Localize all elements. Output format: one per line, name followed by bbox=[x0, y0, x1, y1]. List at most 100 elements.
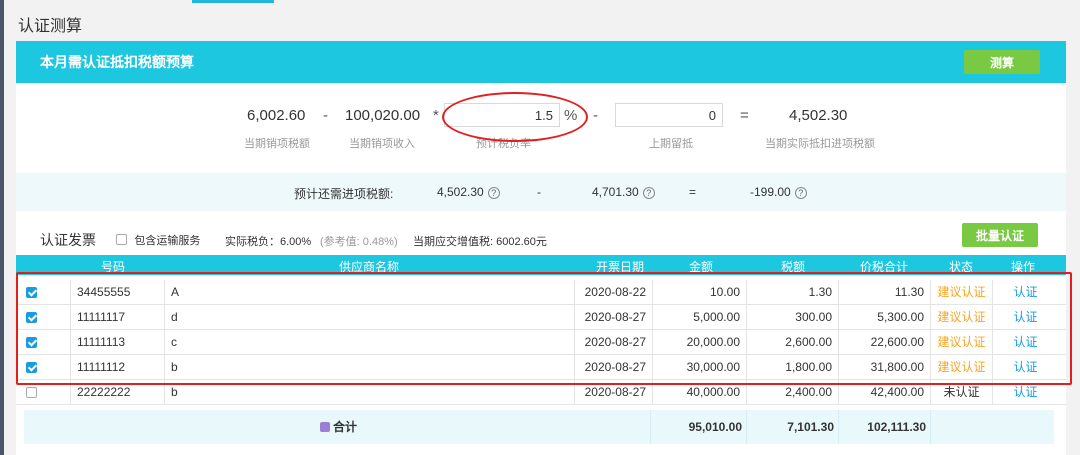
row-checkbox[interactable] bbox=[26, 337, 37, 348]
calculate-button[interactable]: 测算 bbox=[964, 50, 1040, 74]
col-total: 价税合计 bbox=[859, 260, 908, 274]
help-icon[interactable]: ? bbox=[794, 187, 807, 199]
cell-amount: 30,000.00 bbox=[652, 355, 746, 380]
cell-date: 2020-08-27 bbox=[574, 305, 652, 330]
col-amount: 金额 bbox=[688, 260, 713, 274]
payable-vat: 当期应交增值税: 6002.60元 bbox=[413, 236, 547, 248]
cell-status: 建议认证 bbox=[930, 355, 992, 380]
total-tax: 7,101.30 bbox=[746, 410, 838, 444]
cell-total: 22,600.00 bbox=[838, 330, 930, 355]
multiply-operator: * bbox=[433, 107, 439, 124]
certify-link[interactable]: 认证 bbox=[992, 280, 1058, 305]
needed-tax-label: 预计还需进项税额: bbox=[294, 187, 394, 201]
cell-supplier: d bbox=[164, 305, 574, 330]
cell-number: 11111117 bbox=[70, 305, 164, 330]
page-title: 认证测算 bbox=[18, 18, 83, 35]
output-tax-label: 当期销项税额 bbox=[244, 138, 310, 150]
certify-link[interactable]: 认证 bbox=[992, 330, 1058, 355]
cell-tax: 1,800.00 bbox=[746, 355, 838, 380]
col-status: 状态 bbox=[948, 260, 973, 274]
needed-value-2: 4,701.30? bbox=[592, 185, 655, 199]
equals-operator: = bbox=[740, 107, 749, 124]
sales-income-label: 当期销项收入 bbox=[349, 138, 415, 150]
window-left-edge bbox=[0, 0, 4, 455]
help-icon[interactable]: ? bbox=[642, 187, 655, 199]
table-row: 11111112 b 2020-08-27 30,000.00 1,800.00 31,8… bbox=[16, 355, 1066, 380]
cell-number: 11111113 bbox=[70, 330, 164, 355]
retained-label: 上期留抵 bbox=[649, 138, 693, 150]
cell-tax: 2,600.00 bbox=[746, 330, 838, 355]
col-date: 开票日期 bbox=[595, 260, 644, 274]
cell-tax: 300.00 bbox=[746, 305, 838, 330]
cell-tax: 2,400.00 bbox=[746, 380, 838, 405]
minus-operator-2: - bbox=[593, 107, 598, 124]
cell-amount: 10.00 bbox=[652, 280, 746, 305]
needed-value-3: -199.00? bbox=[750, 185, 807, 199]
totals-label: 合计 bbox=[320, 410, 357, 444]
cell-number: 22222222 bbox=[70, 380, 164, 405]
cell-amount: 20,000.00 bbox=[652, 330, 746, 355]
cell-number: 11111112 bbox=[70, 355, 164, 380]
cell-number: 34455555 bbox=[70, 280, 164, 305]
sum-icon bbox=[320, 422, 330, 432]
row-checkbox[interactable] bbox=[26, 312, 37, 323]
totals-row: 合计 95,010.00 7,101.30 102,111.30 bbox=[24, 410, 1054, 444]
table-row: 11111113 c 2020-08-27 20,000.00 2,600.00 22,6… bbox=[16, 330, 1066, 355]
percent-unit: % bbox=[564, 107, 578, 124]
table-row: 11111117 d 2020-08-27 5,000.00 300.00 5,300.0… bbox=[16, 305, 1066, 330]
col-tax: 税额 bbox=[780, 260, 805, 274]
cell-status: 未认证 bbox=[930, 380, 992, 405]
output-tax-value: 6,002.60 bbox=[247, 107, 306, 124]
help-icon[interactable]: ? bbox=[487, 187, 500, 199]
row-checkbox[interactable] bbox=[26, 362, 37, 373]
cell-date: 2020-08-27 bbox=[574, 330, 652, 355]
reference-value: (参考值: 0.48%) bbox=[320, 236, 398, 248]
cell-total: 5,300.00 bbox=[838, 305, 930, 330]
table-header: 号码 供应商名称 开票日期 金额 税额 价税合计 状态 操作 bbox=[16, 255, 1066, 275]
cell-status: 建议认证 bbox=[930, 305, 992, 330]
needed-minus: - bbox=[537, 185, 541, 199]
cell-date: 2020-08-27 bbox=[574, 355, 652, 380]
cell-total: 11.30 bbox=[838, 280, 930, 305]
cell-tax: 1.30 bbox=[746, 280, 838, 305]
result-label: 当期实际抵扣进项税额 bbox=[765, 138, 875, 150]
certify-link[interactable]: 认证 bbox=[992, 305, 1058, 330]
col-action: 操作 bbox=[1010, 260, 1035, 274]
tax-burden-input[interactable] bbox=[444, 103, 560, 127]
result-value: 4,502.30 bbox=[789, 107, 848, 124]
invoice-toolbar: 认证发票 包含运输服务 实际税负：6.00% (参考值: 0.48%) 当期应交… bbox=[16, 221, 1066, 255]
calc-panel: 本月需认证抵扣税额预算 测算 6,002.60 当期销项税额 - 100,020… bbox=[16, 41, 1066, 455]
batch-certify-button[interactable]: 批量认证 bbox=[962, 223, 1038, 247]
row-checkbox[interactable] bbox=[26, 387, 37, 398]
include-transport-label: 包含运输服务 bbox=[134, 235, 201, 247]
panel-header: 本月需认证抵扣税额预算 测算 bbox=[16, 41, 1066, 83]
total-empty bbox=[930, 410, 1054, 444]
cell-date: 2020-08-27 bbox=[574, 380, 652, 405]
table-row: 22222222 b 2020-08-27 40,000.00 2,400.00 42,4… bbox=[16, 380, 1066, 405]
include-transport-checkbox[interactable] bbox=[116, 234, 127, 245]
needed-value-1: 4,502.30? bbox=[437, 185, 500, 199]
cell-total: 42,400.00 bbox=[838, 380, 930, 405]
sales-income-value: 100,020.00 bbox=[345, 107, 421, 124]
total-amount: 95,010.00 bbox=[650, 410, 746, 444]
cell-supplier: A bbox=[164, 280, 574, 305]
panel-title: 本月需认证抵扣税额预算 bbox=[40, 54, 194, 70]
needed-equals: = bbox=[689, 185, 697, 199]
cell-amount: 40,000.00 bbox=[652, 380, 746, 405]
invoice-section-title: 认证发票 bbox=[40, 232, 96, 248]
cell-status: 建议认证 bbox=[930, 280, 992, 305]
cell-date: 2020-08-22 bbox=[574, 280, 652, 305]
row-checkbox[interactable] bbox=[26, 287, 37, 298]
col-number: 号码 bbox=[100, 260, 125, 274]
actual-tax-rate: 实际税负：6.00% bbox=[225, 236, 312, 248]
certify-link[interactable]: 认证 bbox=[992, 380, 1058, 405]
cell-supplier: b bbox=[164, 355, 574, 380]
retained-input[interactable] bbox=[615, 103, 723, 127]
cell-supplier: b bbox=[164, 380, 574, 405]
tax-formula: 6,002.60 当期销项税额 - 100,020.00 当期销项收入 * % … bbox=[16, 92, 1066, 171]
include-transport-option[interactable]: 包含运输服务 bbox=[116, 232, 200, 248]
minus-operator: - bbox=[323, 107, 328, 124]
tax-burden-label: 预计税负率 bbox=[476, 138, 531, 150]
certify-link[interactable]: 认证 bbox=[992, 355, 1058, 380]
cell-status: 建议认证 bbox=[930, 330, 992, 355]
